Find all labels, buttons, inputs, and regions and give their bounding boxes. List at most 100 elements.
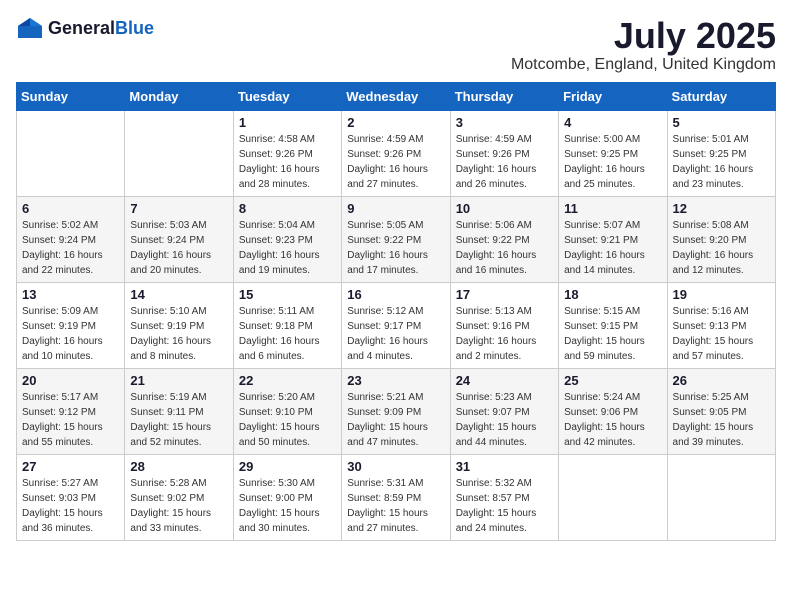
calendar-cell: 2 Sunrise: 4:59 AMSunset: 9:26 PMDayligh… [342, 110, 450, 196]
calendar-cell: 1 Sunrise: 4:58 AMSunset: 9:26 PMDayligh… [233, 110, 341, 196]
day-number: 6 [22, 201, 119, 216]
weekday-header: Friday [559, 82, 667, 110]
weekday-header: Sunday [17, 82, 125, 110]
day-info: Sunrise: 4:58 AMSunset: 9:26 PMDaylight:… [239, 132, 336, 192]
calendar-cell: 9 Sunrise: 5:05 AMSunset: 9:22 PMDayligh… [342, 196, 450, 282]
day-info: Sunrise: 5:24 AMSunset: 9:06 PMDaylight:… [564, 390, 661, 450]
day-number: 19 [673, 287, 770, 302]
calendar-cell: 28 Sunrise: 5:28 AMSunset: 9:02 PMDaylig… [125, 454, 233, 540]
weekday-header-row: SundayMondayTuesdayWednesdayThursdayFrid… [17, 82, 776, 110]
day-number: 18 [564, 287, 661, 302]
day-info: Sunrise: 5:20 AMSunset: 9:10 PMDaylight:… [239, 390, 336, 450]
day-info: Sunrise: 5:08 AMSunset: 9:20 PMDaylight:… [673, 218, 770, 278]
calendar-cell [667, 454, 775, 540]
day-info: Sunrise: 5:04 AMSunset: 9:23 PMDaylight:… [239, 218, 336, 278]
day-info: Sunrise: 5:21 AMSunset: 9:09 PMDaylight:… [347, 390, 444, 450]
day-info: Sunrise: 5:19 AMSunset: 9:11 PMDaylight:… [130, 390, 227, 450]
day-number: 12 [673, 201, 770, 216]
logo-text: GeneralBlue [48, 18, 154, 39]
calendar-cell [17, 110, 125, 196]
day-info: Sunrise: 5:05 AMSunset: 9:22 PMDaylight:… [347, 218, 444, 278]
day-number: 8 [239, 201, 336, 216]
calendar-cell: 6 Sunrise: 5:02 AMSunset: 9:24 PMDayligh… [17, 196, 125, 282]
calendar-cell: 12 Sunrise: 5:08 AMSunset: 9:20 PMDaylig… [667, 196, 775, 282]
calendar-cell: 27 Sunrise: 5:27 AMSunset: 9:03 PMDaylig… [17, 454, 125, 540]
calendar-cell: 11 Sunrise: 5:07 AMSunset: 9:21 PMDaylig… [559, 196, 667, 282]
day-info: Sunrise: 5:10 AMSunset: 9:19 PMDaylight:… [130, 304, 227, 364]
day-number: 13 [22, 287, 119, 302]
day-number: 29 [239, 459, 336, 474]
calendar-cell: 20 Sunrise: 5:17 AMSunset: 9:12 PMDaylig… [17, 368, 125, 454]
calendar-cell: 10 Sunrise: 5:06 AMSunset: 9:22 PMDaylig… [450, 196, 558, 282]
day-info: Sunrise: 5:27 AMSunset: 9:03 PMDaylight:… [22, 476, 119, 536]
day-number: 26 [673, 373, 770, 388]
calendar-cell: 30 Sunrise: 5:31 AMSunset: 8:59 PMDaylig… [342, 454, 450, 540]
calendar-cell: 4 Sunrise: 5:00 AMSunset: 9:25 PMDayligh… [559, 110, 667, 196]
day-info: Sunrise: 5:03 AMSunset: 9:24 PMDaylight:… [130, 218, 227, 278]
day-info: Sunrise: 5:13 AMSunset: 9:16 PMDaylight:… [456, 304, 553, 364]
calendar-cell: 24 Sunrise: 5:23 AMSunset: 9:07 PMDaylig… [450, 368, 558, 454]
day-info: Sunrise: 5:31 AMSunset: 8:59 PMDaylight:… [347, 476, 444, 536]
calendar-week-row: 20 Sunrise: 5:17 AMSunset: 9:12 PMDaylig… [17, 368, 776, 454]
day-info: Sunrise: 5:00 AMSunset: 9:25 PMDaylight:… [564, 132, 661, 192]
day-number: 24 [456, 373, 553, 388]
day-number: 4 [564, 115, 661, 130]
day-info: Sunrise: 5:11 AMSunset: 9:18 PMDaylight:… [239, 304, 336, 364]
day-info: Sunrise: 5:17 AMSunset: 9:12 PMDaylight:… [22, 390, 119, 450]
day-number: 22 [239, 373, 336, 388]
logo-general: General [48, 18, 115, 38]
day-number: 10 [456, 201, 553, 216]
day-number: 2 [347, 115, 444, 130]
calendar-week-row: 13 Sunrise: 5:09 AMSunset: 9:19 PMDaylig… [17, 282, 776, 368]
day-info: Sunrise: 5:06 AMSunset: 9:22 PMDaylight:… [456, 218, 553, 278]
day-number: 1 [239, 115, 336, 130]
day-number: 17 [456, 287, 553, 302]
weekday-header: Monday [125, 82, 233, 110]
day-info: Sunrise: 5:16 AMSunset: 9:13 PMDaylight:… [673, 304, 770, 364]
calendar-cell: 21 Sunrise: 5:19 AMSunset: 9:11 PMDaylig… [125, 368, 233, 454]
calendar-cell: 14 Sunrise: 5:10 AMSunset: 9:19 PMDaylig… [125, 282, 233, 368]
day-number: 14 [130, 287, 227, 302]
calendar-cell: 17 Sunrise: 5:13 AMSunset: 9:16 PMDaylig… [450, 282, 558, 368]
day-info: Sunrise: 5:09 AMSunset: 9:19 PMDaylight:… [22, 304, 119, 364]
day-number: 15 [239, 287, 336, 302]
day-number: 5 [673, 115, 770, 130]
calendar-cell: 13 Sunrise: 5:09 AMSunset: 9:19 PMDaylig… [17, 282, 125, 368]
day-info: Sunrise: 5:25 AMSunset: 9:05 PMDaylight:… [673, 390, 770, 450]
day-number: 16 [347, 287, 444, 302]
day-number: 30 [347, 459, 444, 474]
day-info: Sunrise: 5:30 AMSunset: 9:00 PMDaylight:… [239, 476, 336, 536]
calendar-cell [125, 110, 233, 196]
day-number: 28 [130, 459, 227, 474]
calendar-cell: 8 Sunrise: 5:04 AMSunset: 9:23 PMDayligh… [233, 196, 341, 282]
location-title: Motcombe, England, United Kingdom [511, 56, 776, 74]
calendar: SundayMondayTuesdayWednesdayThursdayFrid… [16, 82, 776, 541]
day-number: 11 [564, 201, 661, 216]
day-number: 25 [564, 373, 661, 388]
calendar-cell: 25 Sunrise: 5:24 AMSunset: 9:06 PMDaylig… [559, 368, 667, 454]
calendar-week-row: 1 Sunrise: 4:58 AMSunset: 9:26 PMDayligh… [17, 110, 776, 196]
calendar-cell: 16 Sunrise: 5:12 AMSunset: 9:17 PMDaylig… [342, 282, 450, 368]
day-info: Sunrise: 5:23 AMSunset: 9:07 PMDaylight:… [456, 390, 553, 450]
calendar-cell: 31 Sunrise: 5:32 AMSunset: 8:57 PMDaylig… [450, 454, 558, 540]
day-number: 23 [347, 373, 444, 388]
logo-icon [16, 16, 44, 40]
header: GeneralBlue July 2025 Motcombe, England,… [16, 16, 776, 74]
day-info: Sunrise: 5:32 AMSunset: 8:57 PMDaylight:… [456, 476, 553, 536]
calendar-cell: 15 Sunrise: 5:11 AMSunset: 9:18 PMDaylig… [233, 282, 341, 368]
day-info: Sunrise: 4:59 AMSunset: 9:26 PMDaylight:… [347, 132, 444, 192]
calendar-cell: 29 Sunrise: 5:30 AMSunset: 9:00 PMDaylig… [233, 454, 341, 540]
day-info: Sunrise: 5:15 AMSunset: 9:15 PMDaylight:… [564, 304, 661, 364]
day-number: 9 [347, 201, 444, 216]
day-number: 3 [456, 115, 553, 130]
title-area: July 2025 Motcombe, England, United King… [511, 16, 776, 74]
logo-blue: Blue [115, 18, 154, 38]
day-number: 7 [130, 201, 227, 216]
calendar-cell: 3 Sunrise: 4:59 AMSunset: 9:26 PMDayligh… [450, 110, 558, 196]
day-info: Sunrise: 5:28 AMSunset: 9:02 PMDaylight:… [130, 476, 227, 536]
weekday-header: Tuesday [233, 82, 341, 110]
month-title: July 2025 [511, 16, 776, 56]
calendar-cell: 5 Sunrise: 5:01 AMSunset: 9:25 PMDayligh… [667, 110, 775, 196]
day-number: 21 [130, 373, 227, 388]
calendar-week-row: 27 Sunrise: 5:27 AMSunset: 9:03 PMDaylig… [17, 454, 776, 540]
